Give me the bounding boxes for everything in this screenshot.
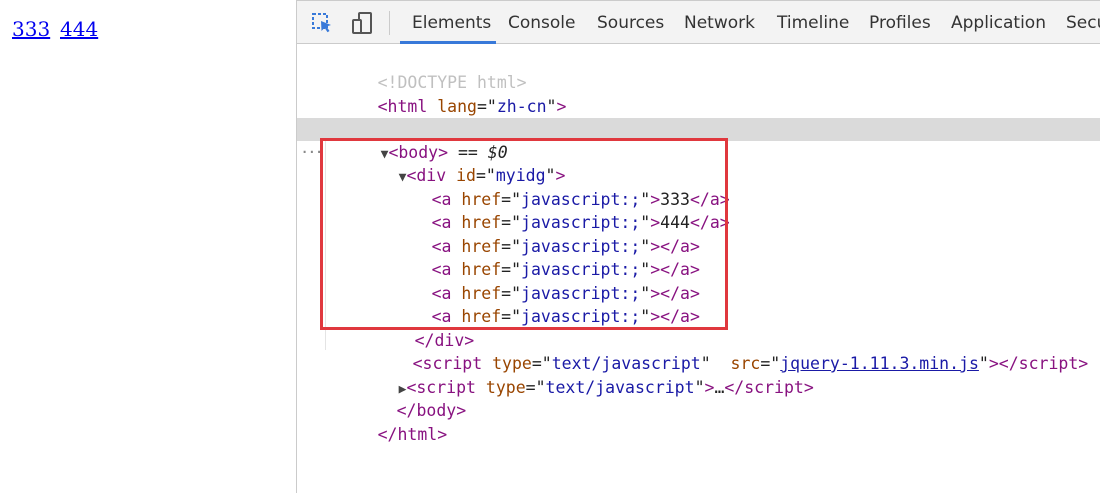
- tab-profiles[interactable]: Profiles: [869, 13, 931, 33]
- dom-tree: <!DOCTYPE html> <html lang="zh-cn"> ▶<he…: [297, 44, 1100, 493]
- link-333[interactable]: 333: [12, 17, 50, 41]
- devtools-toolbar: Elements Console Sources Network Timelin…: [297, 0, 1100, 44]
- tab-elements[interactable]: Elements: [412, 13, 491, 33]
- dom-node-doctype[interactable]: <!DOCTYPE html>: [297, 48, 1100, 92]
- tab-sources[interactable]: Sources: [597, 13, 664, 33]
- toolbar-separator: [389, 11, 390, 35]
- devtools-panel: Elements Console Sources Network Timelin…: [296, 0, 1100, 493]
- dom-node-body-close[interactable]: </body>: [297, 376, 1100, 420]
- tab-timeline[interactable]: Timeline: [777, 13, 849, 33]
- device-toolbar-icon[interactable]: [350, 11, 374, 35]
- tab-security[interactable]: Secu: [1066, 13, 1100, 33]
- tab-network[interactable]: Network: [684, 13, 755, 33]
- dom-node-html[interactable]: <html lang="zh-cn">: [297, 72, 1100, 116]
- annotation-highlight-box: [320, 138, 728, 330]
- link-444[interactable]: 444: [60, 17, 98, 41]
- tab-application[interactable]: Application: [951, 13, 1046, 33]
- dom-node-script[interactable]: <script type="text/javascript" src="jque…: [297, 329, 1100, 373]
- dom-node-head[interactable]: ▶<head>…</head>: [297, 95, 1100, 139]
- html-close-tag-name: html: [397, 425, 438, 444]
- tab-console[interactable]: Console: [508, 13, 576, 33]
- dom-node-script[interactable]: ▶<script type="text/javascript">…</scrip…: [297, 353, 1100, 397]
- dom-node-html-close[interactable]: </html>: [297, 400, 1100, 444]
- inspect-element-icon[interactable]: [310, 11, 334, 35]
- page-viewport: 333 444: [0, 0, 296, 493]
